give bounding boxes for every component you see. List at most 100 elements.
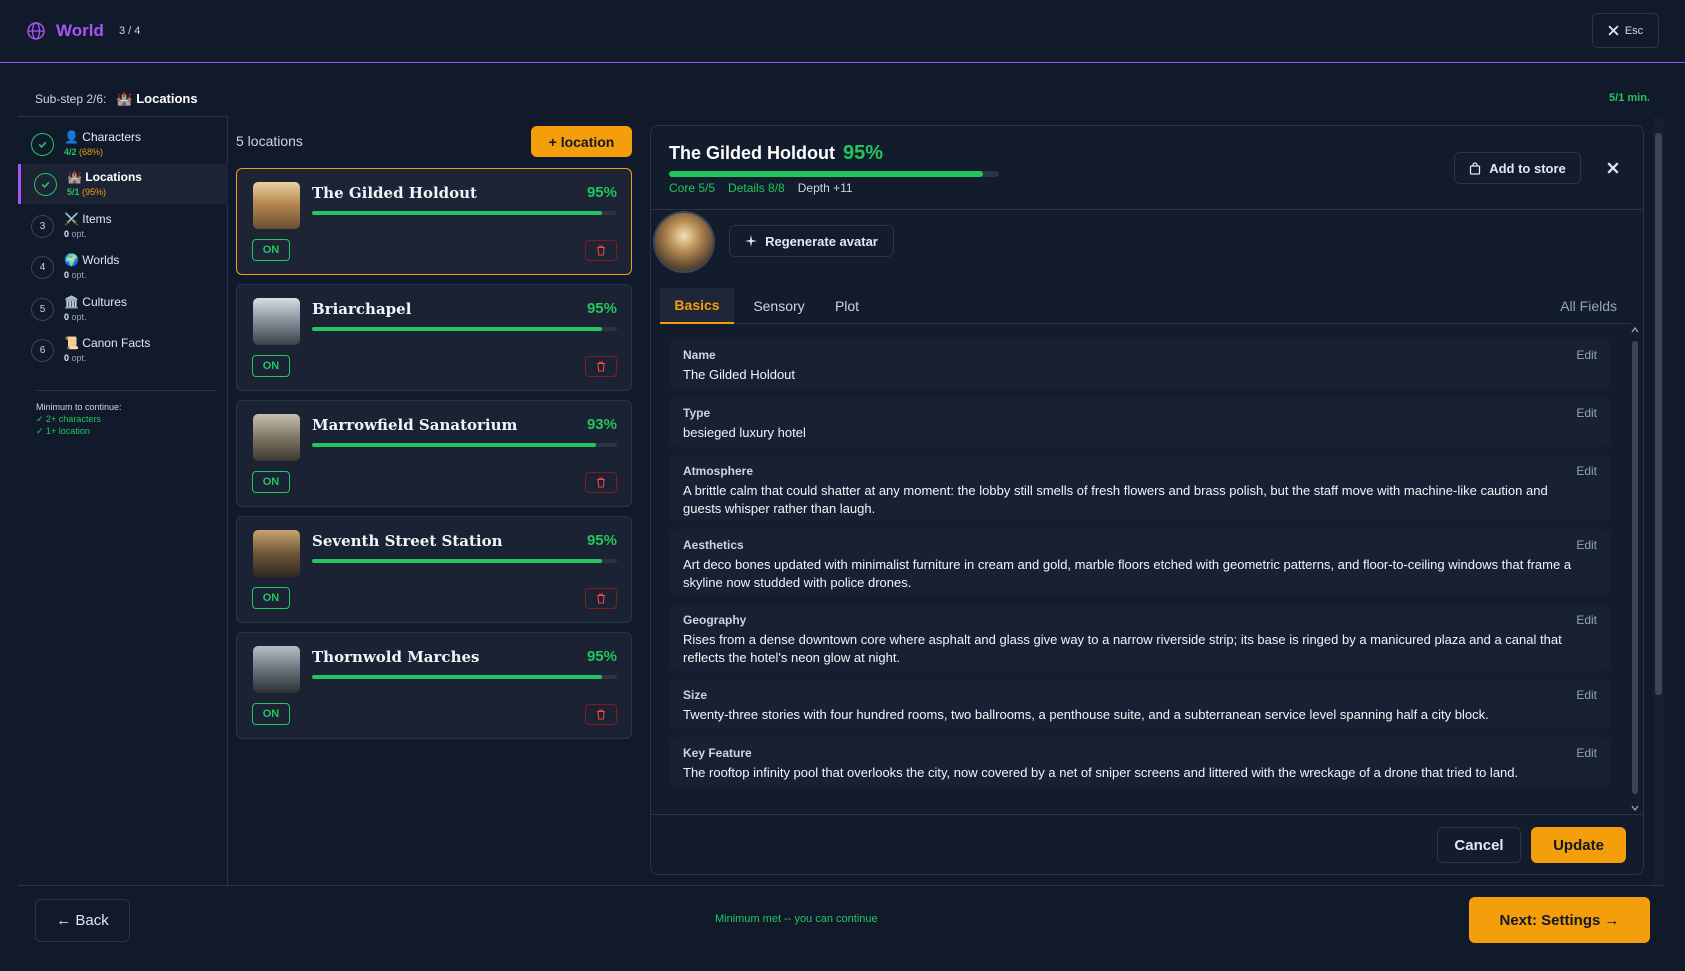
step-status: 6 [31,339,54,362]
step-status: 4 [31,256,54,279]
sidebar-item-label: 🌍 Worlds [64,253,119,267]
depth-count: Depth +11 [797,181,853,195]
regenerate-avatar-button[interactable]: Regenerate avatar [729,225,894,257]
detail-meta: Core 5/5 Details 8/8 Depth +11 [669,181,853,195]
field-label: Aesthetics [683,538,744,552]
sidebar-item-worlds[interactable]: 4 🌍 Worlds 0 opt. [18,247,228,287]
add-to-store-button[interactable]: Add to store [1454,152,1581,184]
substep-current-label: Locations [136,91,198,106]
location-thumbnail [253,414,300,461]
location-card[interactable]: Seventh Street Station 95% ON [236,516,632,623]
count-note: (68%) [79,147,104,157]
minimum-status: 5/1 min. [1609,92,1650,104]
toggle-on-button[interactable]: ON [252,355,290,377]
step-icon: 🏰 [67,170,82,184]
location-card[interactable]: Marrowfield Sanatorium 93% ON [236,400,632,507]
toggle-on-button[interactable]: ON [252,703,290,725]
edit-link[interactable]: Edit [1576,746,1597,760]
close-button[interactable]: Esc [1592,13,1659,48]
step-icon: 📜 [64,336,79,350]
field-key-feature: Key Feature Edit The rooftop infinity po… [670,737,1610,787]
status-message: Minimum met -- you can continue [715,913,878,925]
cancel-button[interactable]: Cancel [1437,827,1521,863]
location-percent: 93% [586,416,617,433]
globe-icon [27,22,45,40]
location-progress-bar [312,327,617,331]
step-number: 5 [39,304,46,315]
sidebar-item-count: 4/2 (68%) [64,147,103,157]
substep-sidebar: 👤 Characters 4/2 (68%) 🏰 Locations 5/1 (… [18,116,228,885]
count-note: opt. [71,229,87,239]
detail-percent: 95% [842,142,884,164]
toggle-on-button[interactable]: ON [252,471,290,493]
field-label: Atmosphere [683,464,754,478]
edit-link[interactable]: Edit [1576,464,1597,478]
sidebar-item-cultures[interactable]: 5 🏛️ Cultures 0 opt. [18,289,228,329]
sidebar-item-items[interactable]: 3 ⚔️ Items 0 opt. [18,206,228,246]
location-name: Briarchapel [312,300,412,318]
divider [18,885,1665,886]
update-button[interactable]: Update [1531,827,1626,863]
check-icon [41,181,50,189]
sidebar-item-count: 0 opt. [64,312,87,322]
field-scrollbar-thumb[interactable] [1632,341,1638,794]
detail-tabs: Basics Sensory Plot All Fields [660,288,1631,324]
back-button[interactable]: ← Back [35,899,130,942]
location-progress-bar [312,675,617,679]
delete-button[interactable] [585,472,617,493]
step-counter: 3 / 4 [119,25,141,37]
sidebar-item-count: 0 opt. [64,270,87,280]
location-detail-panel: The Gilded Holdout 95% Core 5/5 Details … [650,125,1644,875]
trash-icon [597,709,605,720]
scroll-down-icon [1631,805,1639,812]
check-icon [38,141,47,149]
field-label: Type [683,406,711,420]
location-percent: 95% [586,648,617,665]
location-progress-fill [312,327,602,331]
toggle-on-button[interactable]: ON [252,239,290,261]
field-size: Size Edit Twenty-three stories with four… [670,679,1610,729]
field-label: Name [683,348,716,362]
tab-sensory[interactable]: Sensory [740,288,818,324]
field-value: Twenty-three stories with four hundred r… [683,707,1489,722]
sidebar-item-locations[interactable]: 🏰 Locations 5/1 (95%) [18,164,228,204]
sidebar-item-characters[interactable]: 👤 Characters 4/2 (68%) [18,124,228,164]
delete-button[interactable] [585,704,617,725]
edit-link[interactable]: Edit [1576,348,1597,362]
sidebar-item-text: Locations [85,170,142,184]
page-scrollbar-thumb[interactable] [1655,133,1662,695]
edit-link[interactable]: Edit [1576,406,1597,420]
location-card[interactable]: Briarchapel 95% ON [236,284,632,391]
divider [651,814,1643,815]
sidebar-item-canon-facts[interactable]: 6 📜 Canon Facts 0 opt. [18,330,228,370]
step-number: 3 [39,221,46,232]
toggle-on-button[interactable]: ON [252,587,290,609]
step-icon: 🏛️ [64,295,79,309]
add-location-button[interactable]: + location [531,126,632,157]
trash-icon [597,593,605,604]
edit-link[interactable]: Edit [1576,688,1597,702]
delete-button[interactable] [585,240,617,261]
location-card[interactable]: Thornwold Marches 95% ON [236,632,632,739]
next-button[interactable]: Next: Settings → [1469,897,1650,943]
field-label: Size [683,688,708,702]
count-note: opt. [71,353,87,363]
close-detail-button[interactable] [1601,156,1625,180]
details-count: Details 8/8 [728,181,785,195]
core-count: Core 5/5 [669,181,716,195]
sidebar-item-label: 📜 Canon Facts [64,336,150,350]
edit-link[interactable]: Edit [1576,538,1597,552]
delete-button[interactable] [585,356,617,377]
page-title: World [56,21,104,40]
location-card[interactable]: The Gilded Holdout 95% ON [236,168,632,275]
tab-basics[interactable]: Basics [660,288,734,324]
delete-button[interactable] [585,588,617,609]
step-status: 3 [31,215,54,238]
substep-indicator: Sub-step 2/6: 🏰 Locations [35,91,198,107]
edit-link[interactable]: Edit [1576,613,1597,627]
all-fields-link[interactable]: All Fields [1560,288,1617,324]
sidebar-item-text: Characters [82,130,141,144]
tab-plot[interactable]: Plot [820,288,874,324]
scroll-up-icon [1631,326,1639,333]
location-progress-bar [312,443,617,447]
